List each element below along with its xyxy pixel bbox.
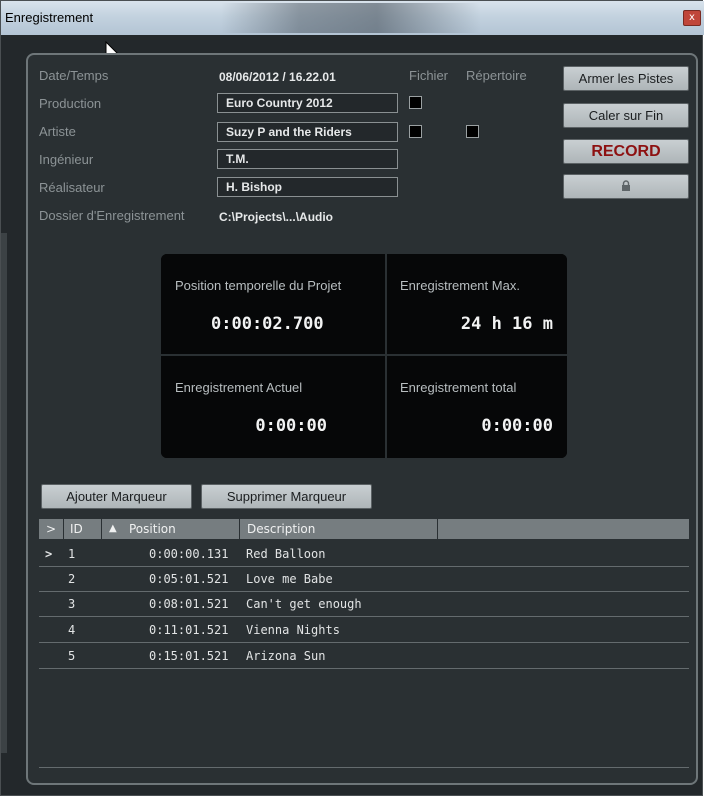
actuel-cell: Enregistrement Actuel 0:00:00 — [161, 356, 385, 458]
date-value: 08/06/2012 / 16.22.01 — [219, 70, 336, 84]
marker-table-header: > ID ▲ Position Description — [39, 519, 689, 539]
column-description[interactable]: Description — [247, 519, 315, 539]
artiste-label: Artiste — [39, 124, 76, 139]
fichier-label: Fichier — [409, 68, 449, 83]
lock-icon — [622, 180, 630, 191]
row-description: Vienna Nights — [246, 623, 340, 637]
production-label: Production — [39, 96, 102, 111]
armer-pistes-button[interactable]: Armer les Pistes — [563, 66, 689, 91]
max-cell: Enregistrement Max. 24 h 16 m — [387, 254, 567, 354]
row-position: 0:00:00.131 — [149, 547, 229, 561]
total-cell: Enregistrement total 0:00:00 — [387, 356, 567, 458]
grid-divider-horizontal — [161, 354, 567, 356]
table-bottom-rule — [39, 767, 689, 768]
column-separator — [437, 519, 438, 539]
window-title: Enregistrement — [5, 10, 94, 25]
ajouter-marqueur-button[interactable]: Ajouter Marqueur — [41, 484, 192, 509]
sort-ascending-icon[interactable]: ▲ — [109, 519, 117, 539]
caler-sur-fin-button[interactable]: Caler sur Fin — [563, 103, 689, 128]
row-id: 5 — [68, 649, 76, 663]
ingenieur-field[interactable]: T.M. — [217, 149, 398, 169]
column-separator — [101, 519, 102, 539]
date-label: Date/Temps — [39, 68, 109, 83]
title-bar-glare — [221, 3, 481, 33]
position-label: Position temporelle du Projet — [175, 278, 342, 293]
title-bar[interactable]: Enregistrement x — [1, 1, 704, 35]
stats-grid: Position temporelle du Projet 0:00:02.70… — [161, 254, 567, 458]
supprimer-marqueur-button[interactable]: Supprimer Marqueur — [201, 484, 372, 509]
actuel-value: 0:00:00 — [255, 416, 327, 436]
row-description: Love me Babe — [246, 572, 333, 586]
total-label: Enregistrement total — [400, 380, 517, 395]
max-label: Enregistrement Max. — [400, 278, 520, 293]
row-position: 0:15:01.521 — [149, 649, 229, 663]
dossier-label: Dossier d'Enregistrement — [39, 208, 185, 223]
row-description: Can't get enough — [246, 597, 362, 611]
row-position: 0:05:01.521 — [149, 572, 229, 586]
realisateur-field[interactable]: H. Bishop — [217, 177, 398, 197]
production-fichier-checkbox[interactable] — [409, 96, 422, 109]
close-icon[interactable]: x — [683, 10, 701, 26]
row-id: 1 — [68, 547, 76, 561]
column-sel[interactable]: > — [46, 519, 56, 539]
table-row[interactable]: 3 0:08:01.521 Can't get enough — [39, 592, 689, 617]
column-position[interactable]: Position — [129, 519, 176, 539]
column-separator — [239, 519, 240, 539]
position-cell: Position temporelle du Projet 0:00:02.70… — [161, 254, 385, 354]
row-selected-marker: > — [45, 547, 53, 561]
column-id[interactable]: ID — [70, 519, 83, 539]
position-value: 0:00:02.700 — [211, 314, 324, 334]
row-description: Red Balloon — [246, 547, 326, 561]
table-row[interactable]: 2 0:05:01.521 Love me Babe — [39, 567, 689, 592]
grid-divider-vertical — [385, 254, 387, 458]
ingenieur-label: Ingénieur — [39, 152, 94, 167]
artiste-field[interactable]: Suzy P and the Riders — [217, 122, 398, 142]
artiste-repertoire-checkbox[interactable] — [466, 125, 479, 138]
table-row[interactable]: 4 0:11:01.521 Vienna Nights — [39, 618, 689, 643]
total-value: 0:00:00 — [481, 416, 553, 436]
max-value: 24 h 16 m — [460, 314, 553, 334]
production-field[interactable]: Euro Country 2012 — [217, 93, 398, 113]
row-id: 2 — [68, 572, 76, 586]
repertoire-label: Répertoire — [466, 68, 527, 83]
column-separator — [63, 519, 64, 539]
row-id: 3 — [68, 597, 76, 611]
lock-button[interactable] — [563, 174, 689, 199]
row-position: 0:08:01.521 — [149, 597, 229, 611]
row-id: 4 — [68, 623, 76, 637]
artiste-fichier-checkbox[interactable] — [409, 125, 422, 138]
row-description: Arizona Sun — [246, 649, 326, 663]
realisateur-label: Réalisateur — [39, 180, 105, 195]
table-row[interactable]: 5 0:15:01.521 Arizona Sun — [39, 644, 689, 669]
record-button[interactable]: RECORD — [563, 139, 689, 164]
left-scroll-strip — [1, 233, 7, 753]
table-row[interactable]: > 1 0:00:00.131 Red Balloon — [39, 542, 689, 567]
row-position: 0:11:01.521 — [149, 623, 229, 637]
recording-window: Enregistrement x Date/Temps 08/06/2012 /… — [0, 0, 704, 796]
dossier-value[interactable]: C:\Projects\...\Audio — [219, 210, 333, 224]
actuel-label: Enregistrement Actuel — [175, 380, 303, 395]
